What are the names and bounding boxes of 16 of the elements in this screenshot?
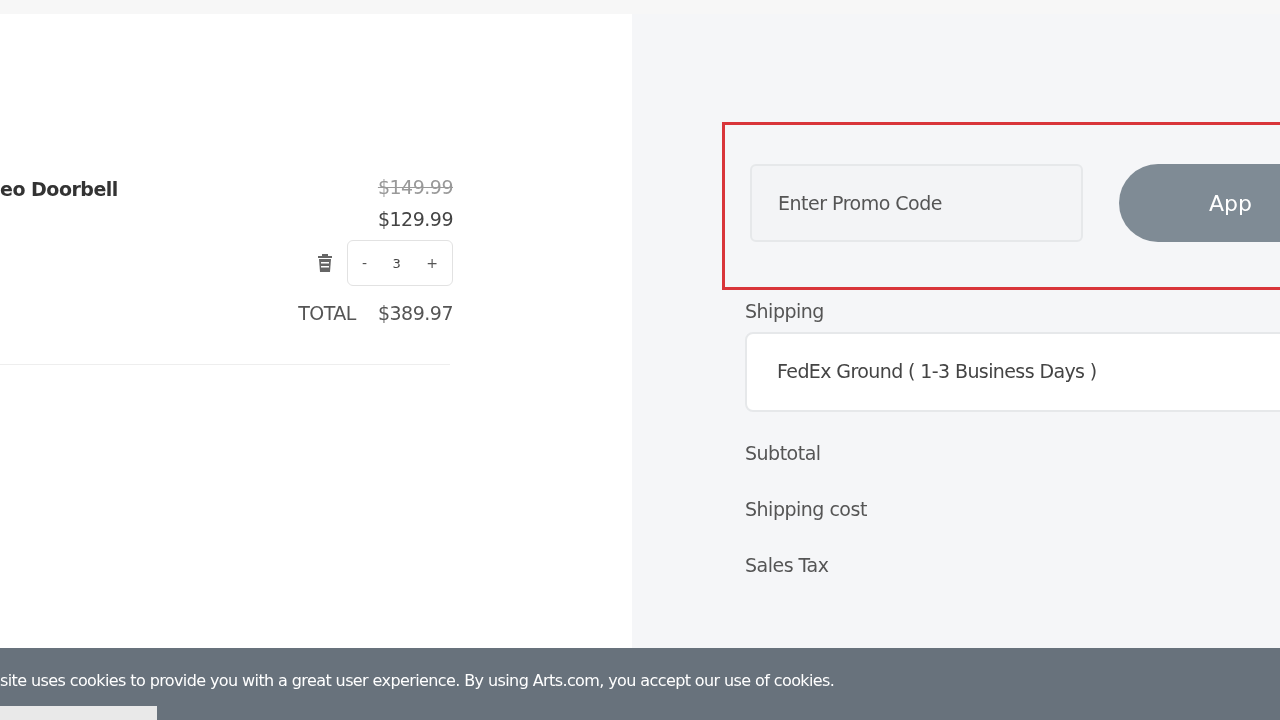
increment-button[interactable]: + [422, 255, 442, 271]
shipping-label: Shipping [745, 300, 825, 322]
shipping-select[interactable]: FedEx Ground ( 1-3 Business Days ) [745, 332, 1280, 412]
summary-label: Subtotal [745, 442, 822, 464]
total-label: TOTAL [298, 302, 356, 324]
summary-label: Shipping cost [745, 498, 868, 520]
decrement-button[interactable]: - [358, 255, 372, 271]
total-value: $389.97 [377, 302, 453, 324]
trash-icon[interactable] [317, 253, 333, 273]
cookie-message: site uses cookies to provide you with a great user experience. By using Arts.com, you accept our use of cookies. [0, 670, 835, 690]
sale-price: $129.99 [377, 208, 453, 230]
summary-label: Sales Tax [745, 554, 830, 576]
product-name: eo Doorbell [0, 178, 118, 202]
promo-code-field[interactable]: Enter Promo Code [750, 164, 1083, 242]
original-price: $149.99 [377, 176, 453, 198]
quantity-value: 3 [392, 255, 401, 271]
